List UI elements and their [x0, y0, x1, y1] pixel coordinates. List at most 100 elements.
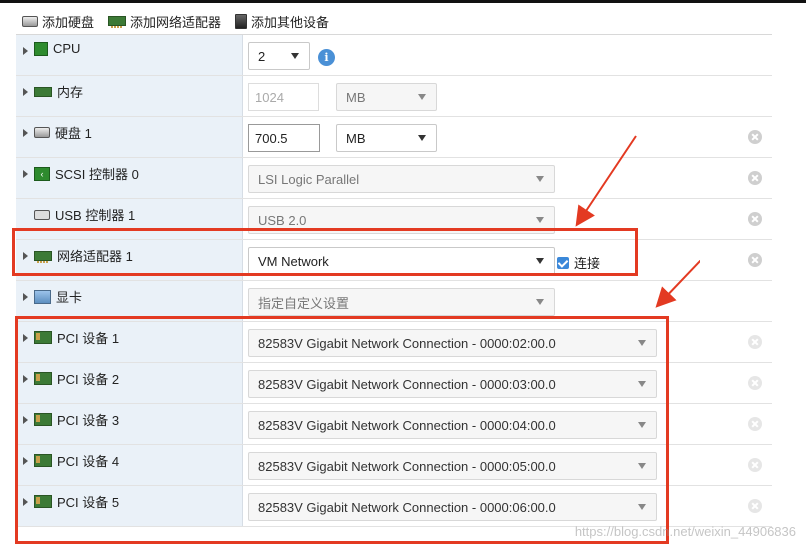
info-icon[interactable]: i: [318, 49, 335, 66]
add-nic-label: 添加网络适配器: [130, 14, 222, 30]
pci-label: PCI 设备 2: [57, 372, 120, 387]
chevron-down-icon: [638, 381, 646, 387]
usb-label: USB 控制器 1: [55, 208, 136, 223]
add-disk-label: 添加硬盘: [42, 14, 95, 30]
expand-arrow-icon[interactable]: [23, 88, 28, 96]
network-select[interactable]: VM Network: [248, 247, 555, 275]
pci-label: PCI 设备 3: [57, 413, 120, 428]
expand-arrow-icon[interactable]: [23, 334, 28, 342]
pci-device-value: 82583V Gigabit Network Connection - 0000…: [258, 417, 556, 433]
pci-device-select[interactable]: 82583V Gigabit Network Connection - 0000…: [248, 329, 657, 357]
memory-input[interactable]: 1024: [248, 83, 319, 111]
disk-unit-select[interactable]: MB: [336, 124, 437, 152]
usb-type-value: USB 2.0: [258, 212, 307, 228]
usb-icon: [34, 209, 50, 220]
remove-icon[interactable]: [748, 499, 762, 513]
row-display: 显卡 指定自定义设置: [16, 281, 772, 322]
add-disk-button[interactable]: 添加硬盘: [22, 12, 94, 31]
display-select[interactable]: 指定自定义设置: [248, 288, 555, 316]
toolbar: 添加硬盘 添加网络适配器 添加其他设备: [22, 12, 329, 30]
remove-icon[interactable]: [748, 212, 762, 226]
expand-arrow-icon[interactable]: [23, 170, 28, 178]
row-usb: USB 控制器 1 USB 2.0: [16, 199, 772, 240]
pci-device-select[interactable]: 82583V Gigabit Network Connection - 0000…: [248, 452, 657, 480]
cpu-select[interactable]: 2: [248, 42, 310, 70]
chevron-down-icon: [418, 94, 426, 100]
chevron-down-icon: [536, 299, 544, 305]
expand-arrow-icon[interactable]: [23, 375, 28, 383]
scsi-type-value: LSI Logic Parallel: [258, 171, 360, 187]
top-border: [0, 0, 806, 3]
disk-unit: MB: [346, 130, 366, 146]
disk-label: 硬盘 1: [55, 126, 92, 141]
expand-arrow-icon[interactable]: [23, 416, 28, 424]
row-disk: 硬盘 1 700.5 MB: [16, 117, 772, 158]
remove-icon[interactable]: [748, 335, 762, 349]
disk-size-input[interactable]: 700.5: [248, 124, 320, 152]
checkbox-checked-icon[interactable]: [557, 256, 569, 269]
row-pci-device: PCI 设备 5 82583V Gigabit Network Connecti…: [16, 486, 772, 527]
remove-icon[interactable]: [748, 171, 762, 185]
pci-device-value: 82583V Gigabit Network Connection - 0000…: [258, 499, 556, 515]
expand-arrow-icon[interactable]: [23, 498, 28, 506]
remove-icon[interactable]: [748, 417, 762, 431]
remove-icon[interactable]: [748, 376, 762, 390]
remove-icon[interactable]: [748, 458, 762, 472]
expand-arrow-icon[interactable]: [23, 457, 28, 465]
hardware-table: CPU 2 i 内存 1024 MB 硬盘 1 700.5 MB ‹ SCSI …: [16, 34, 772, 527]
chevron-down-icon: [638, 463, 646, 469]
display-value: 指定自定义设置: [258, 295, 350, 311]
add-nic-button[interactable]: 添加网络适配器: [108, 12, 221, 31]
nic-label: 网络适配器 1: [57, 249, 133, 264]
memory-icon: [34, 86, 52, 97]
memory-unit-select[interactable]: MB: [336, 83, 437, 111]
scsi-type-select[interactable]: LSI Logic Parallel: [248, 165, 555, 193]
add-other-label: 添加其他设备: [251, 14, 330, 30]
row-pci-device: PCI 设备 4 82583V Gigabit Network Connecti…: [16, 445, 772, 486]
chevron-down-icon: [418, 135, 426, 141]
scsi-label: SCSI 控制器 0: [55, 167, 139, 182]
expand-arrow-icon[interactable]: [23, 129, 28, 137]
cpu-icon: [34, 41, 48, 56]
pci-label: PCI 设备 4: [57, 454, 120, 469]
connect-checkbox[interactable]: 连接: [557, 253, 600, 272]
cpu-label: CPU: [53, 41, 81, 56]
row-cpu: CPU 2 i: [16, 35, 772, 76]
pci-card-icon: [34, 454, 52, 467]
expand-arrow-icon[interactable]: [23, 252, 28, 260]
row-pci-device: PCI 设备 1 82583V Gigabit Network Connecti…: [16, 322, 772, 363]
connect-label: 连接: [574, 256, 601, 271]
expand-arrow-icon[interactable]: [23, 293, 28, 301]
disk-size-value: 700.5: [255, 130, 288, 146]
chevron-down-icon: [536, 176, 544, 182]
scsi-controller-icon: ‹: [34, 166, 50, 181]
usb-type-select[interactable]: USB 2.0: [248, 206, 555, 234]
remove-icon[interactable]: [748, 130, 762, 144]
display-label: 显卡: [56, 290, 83, 305]
chevron-down-icon: [291, 53, 299, 59]
chevron-down-icon: [638, 340, 646, 346]
pci-device-value: 82583V Gigabit Network Connection - 0000…: [258, 376, 556, 392]
remove-icon[interactable]: [748, 253, 762, 267]
monitor-icon: [34, 289, 51, 304]
disk-icon: [22, 15, 38, 27]
row-scsi: ‹ SCSI 控制器 0 LSI Logic Parallel: [16, 158, 772, 199]
pci-card-icon: [34, 331, 52, 344]
network-card-icon: [108, 16, 127, 28]
pci-device-select[interactable]: 82583V Gigabit Network Connection - 0000…: [248, 493, 657, 521]
expand-arrow-icon[interactable]: [23, 47, 28, 55]
row-pci-device: PCI 设备 3 82583V Gigabit Network Connecti…: [16, 404, 772, 445]
pci-device-select[interactable]: 82583V Gigabit Network Connection - 0000…: [248, 411, 657, 439]
memory-label: 内存: [57, 85, 84, 100]
chevron-down-icon: [638, 422, 646, 428]
pci-device-select[interactable]: 82583V Gigabit Network Connection - 0000…: [248, 370, 657, 398]
pci-device-value: 82583V Gigabit Network Connection - 0000…: [258, 458, 556, 474]
pci-label: PCI 设备 5: [57, 495, 120, 510]
watermark: https://blog.csdn.net/weixin_44906836: [574, 524, 796, 539]
chevron-down-icon: [638, 504, 646, 510]
pci-label: PCI 设备 1: [57, 331, 120, 346]
disk-icon: [34, 127, 50, 138]
add-other-device-button[interactable]: 添加其他设备: [235, 12, 329, 31]
row-memory: 内存 1024 MB: [16, 76, 772, 117]
row-label-cell: CPU: [16, 35, 243, 75]
